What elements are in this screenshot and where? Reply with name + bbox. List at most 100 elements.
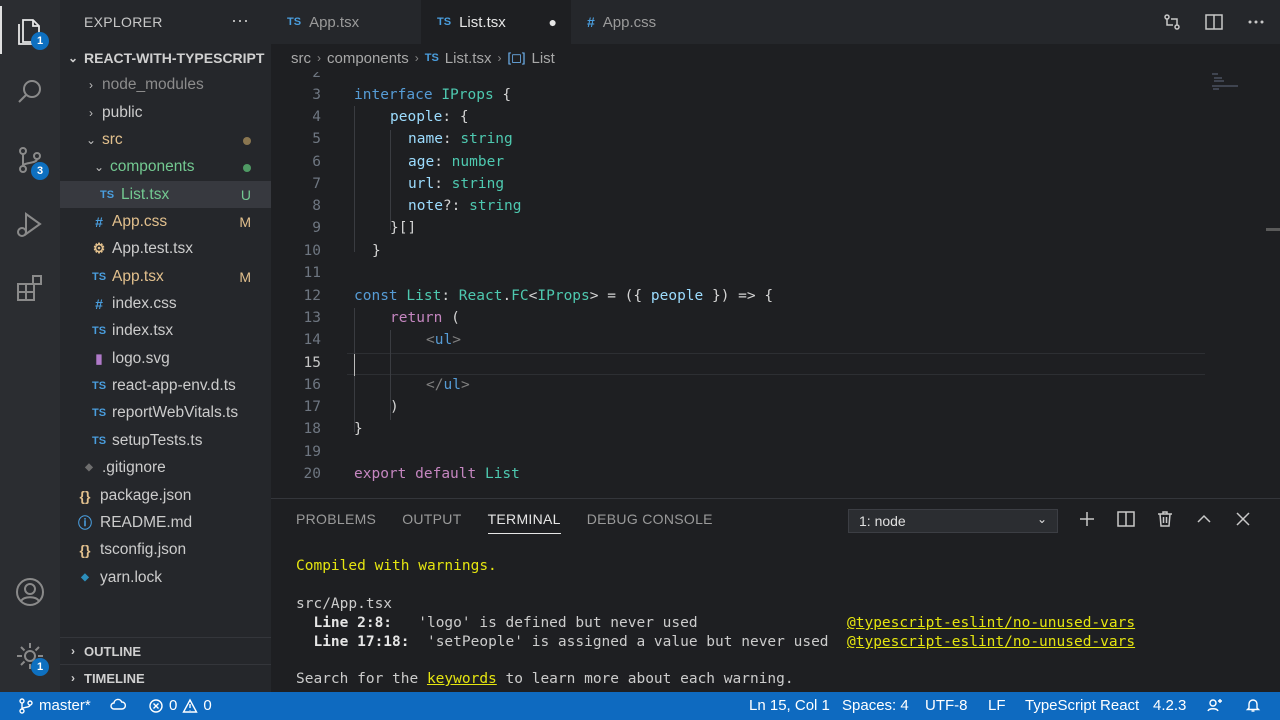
line-number: 19: [303, 444, 321, 460]
code-editor[interactable]: 2 3 4 5 6 7 8 9 10 11 12 13 14 15 16 17 …: [271, 72, 1280, 498]
tree-item-label: App.test.tsx: [112, 239, 193, 257]
tab-label: App.css: [602, 13, 657, 31]
tree-item-index-css[interactable]: # index.css: [60, 290, 271, 317]
terminal-select[interactable]: 1: node ⌄: [848, 509, 1058, 533]
tab-app-css[interactable]: # App.css: [571, 0, 721, 44]
project-header[interactable]: ⌄ REACT-WITH-TYPESCRIPT: [60, 44, 271, 72]
outline-label: OUTLINE: [84, 643, 142, 659]
more-icon[interactable]: [1246, 12, 1266, 32]
notifications-button[interactable]: [1245, 697, 1261, 713]
chevron-up-icon[interactable]: [1194, 509, 1214, 529]
tree-item-label: README.md: [100, 513, 193, 531]
tab-problems[interactable]: PROBLEMS: [296, 511, 376, 534]
breadcrumb: src › components › TS List.tsx › [◻] Lis…: [271, 44, 1280, 72]
css-file-icon: #: [95, 295, 103, 312]
run-debug-button[interactable]: [0, 194, 60, 254]
breadcrumb-symbol[interactable]: List: [531, 50, 554, 67]
language-mode[interactable]: TypeScript React: [1025, 697, 1139, 714]
new-terminal-icon[interactable]: [1077, 509, 1097, 529]
search-button[interactable]: [0, 62, 60, 122]
tree-item-components[interactable]: ⌄ components: [60, 153, 271, 180]
bell-icon: [1245, 699, 1261, 712]
timeline-section[interactable]: › TIMELINE: [60, 664, 271, 691]
tree-item-list-tsx[interactable]: TS List.tsx U: [60, 181, 271, 208]
encoding[interactable]: UTF-8: [925, 697, 968, 714]
tree-item-setup-tests[interactable]: TS setupTests.ts: [60, 427, 271, 454]
trash-icon[interactable]: [1155, 509, 1175, 529]
problems-indicator[interactable]: 0 0: [148, 697, 212, 714]
tree-item-app-css[interactable]: # App.css M: [60, 208, 271, 235]
tree-item-app-tsx[interactable]: TS App.tsx M: [60, 263, 271, 290]
text-cursor: [354, 354, 355, 376]
tree-item-public[interactable]: › public: [60, 99, 271, 126]
extensions-button[interactable]: [0, 258, 60, 318]
outline-section[interactable]: › OUTLINE: [60, 637, 271, 664]
tab-terminal[interactable]: TERMINAL: [487, 511, 561, 534]
tree-item-logo-svg[interactable]: ▮ logo.svg: [60, 345, 271, 372]
indentation[interactable]: Spaces: 4: [842, 697, 909, 714]
tab-app-tsx[interactable]: TS App.tsx: [271, 0, 421, 44]
git-status: M: [239, 268, 251, 285]
tree-item-gitignore[interactable]: ◆ .gitignore: [60, 454, 271, 481]
tree-item-node-modules[interactable]: › node_modules: [60, 71, 271, 98]
chevron-right-icon: ›: [89, 77, 93, 92]
tree-item-yarn-lock[interactable]: ◆ yarn.lock: [60, 564, 271, 591]
test-file-icon: ⚙: [92, 240, 106, 256]
explorer-button[interactable]: 1: [0, 0, 60, 60]
tab-debug-console[interactable]: DEBUG CONSOLE: [587, 511, 713, 534]
tab-list-tsx[interactable]: TS List.tsx ●: [421, 0, 571, 44]
close-icon[interactable]: [1233, 509, 1253, 529]
indent-guide: [354, 106, 355, 252]
tree-item-label: index.css: [112, 294, 177, 312]
tree-item-src[interactable]: ⌄ src: [60, 126, 271, 153]
chevron-right-icon: ›: [497, 51, 502, 65]
breadcrumb-components[interactable]: components: [327, 50, 409, 67]
unsaved-dot[interactable]: ●: [549, 14, 557, 30]
more-actions-icon[interactable]: ···: [231, 10, 249, 31]
tab-label: List.tsx: [459, 13, 506, 31]
branch-indicator[interactable]: master*: [18, 697, 91, 714]
tree-item-readme[interactable]: ⓘ README.md: [60, 509, 271, 536]
cursor-position[interactable]: Ln 15, Col 1: [749, 697, 830, 714]
compare-changes-icon[interactable]: [1162, 12, 1182, 32]
tab-output[interactable]: OUTPUT: [402, 511, 461, 534]
eslint-rule-link[interactable]: @typescript-eslint/no-unused-vars: [847, 615, 1135, 631]
chevron-right-icon: ›: [71, 671, 75, 685]
manage-button[interactable]: 1: [0, 626, 60, 686]
editor-tabs: TS App.tsx TS List.tsx ● # App.css: [271, 0, 1280, 44]
breadcrumb-src[interactable]: src: [291, 50, 311, 67]
typescript-file-icon: TS: [91, 434, 107, 447]
minimap[interactable]: [1210, 72, 1260, 102]
breadcrumb-file[interactable]: List.tsx: [445, 50, 492, 67]
line-number: 2: [312, 72, 321, 81]
scrollbar-thumb[interactable]: [1266, 228, 1280, 231]
chevron-right-icon: ›: [414, 51, 419, 65]
accounts-button[interactable]: [0, 562, 60, 622]
svg-file-icon: ▮: [95, 350, 103, 366]
tree-item-tsconfig[interactable]: {} tsconfig.json: [60, 536, 271, 563]
explorer-sidebar: EXPLORER ··· ⌄ REACT-WITH-TYPESCRIPT › n…: [60, 0, 271, 692]
code-line: ): [390, 399, 399, 415]
split-editor-icon[interactable]: [1204, 12, 1224, 32]
tree-item-app-test[interactable]: ⚙ App.test.tsx: [60, 235, 271, 262]
tree-item-react-app-env[interactable]: TS react-app-env.d.ts: [60, 372, 271, 399]
line-number: 12: [303, 288, 321, 304]
line-number: 4: [312, 109, 321, 125]
tree-item-package-json[interactable]: {} package.json: [60, 482, 271, 509]
sync-button[interactable]: [110, 697, 126, 713]
source-control-button[interactable]: 3: [0, 130, 60, 190]
terminal-line: Compiled with warnings.: [296, 558, 497, 574]
tree-item-label: src: [102, 130, 123, 148]
tree-item-report-web-vitals[interactable]: TS reportWebVitals.ts: [60, 399, 271, 426]
typescript-version[interactable]: 4.2.3: [1153, 697, 1186, 714]
line-number: 11: [303, 265, 321, 281]
yarn-file-icon: ◆: [81, 572, 89, 583]
end-of-line[interactable]: LF: [988, 697, 1006, 714]
tree-item-label: .gitignore: [102, 458, 166, 476]
keywords-link[interactable]: keywords: [427, 671, 497, 687]
split-terminal-icon[interactable]: [1116, 509, 1136, 529]
cloud-upload-icon: [110, 698, 126, 710]
eslint-rule-link[interactable]: @typescript-eslint/no-unused-vars: [847, 634, 1135, 650]
tree-item-index-tsx[interactable]: TS index.tsx: [60, 317, 271, 344]
feedback-button[interactable]: [1207, 697, 1223, 713]
